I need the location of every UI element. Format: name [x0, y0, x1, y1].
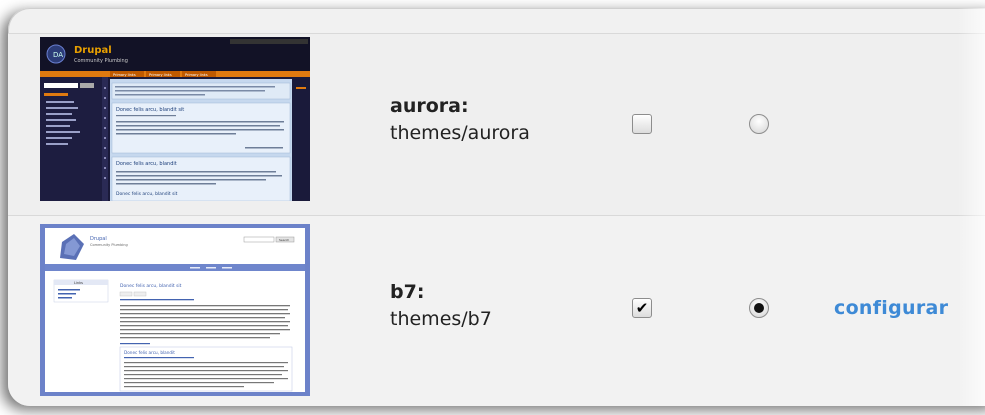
- b7-node-title: Donec felis arcu, blandit sit: [120, 283, 182, 289]
- b7-slogan: Community Plumbing: [90, 243, 128, 247]
- aurora-slogan: Community Plumbing: [74, 58, 128, 64]
- enable-checkbox-b7[interactable]: ✔: [632, 298, 652, 318]
- aurora-node-title: Donec felis arcu, blandit sit: [116, 107, 184, 113]
- svg-text:Primary links: Primary links: [185, 73, 208, 77]
- theme-row-aurora: DA Drupal Community Plumbing Primary lin…: [8, 33, 985, 224]
- theme-info-b7: b7: themes/b7: [390, 279, 492, 333]
- b7-site-name: Drupal: [90, 236, 107, 242]
- svg-text:Donec felis arcu, blandit: Donec felis arcu, blandit: [116, 161, 177, 167]
- svg-text:Primary links: Primary links: [149, 73, 172, 77]
- svg-text:Donec felis arcu, blandit: Donec felis arcu, blandit: [124, 350, 175, 355]
- checkmark-icon: ✔: [635, 299, 649, 317]
- theme-screenshot-aurora: DA Drupal Community Plumbing Primary lin…: [40, 37, 310, 201]
- b7-search-button: Search: [279, 238, 289, 242]
- default-radio-b7[interactable]: [749, 298, 769, 318]
- svg-text:Primary links: Primary links: [113, 73, 136, 77]
- aurora-site-name: Drupal: [74, 45, 112, 56]
- theme-name: aurora:: [390, 95, 469, 117]
- svg-text:Donec felis arcu, blandit sit: Donec felis arcu, blandit sit: [116, 191, 178, 197]
- b7-menu-title: Links: [74, 281, 83, 285]
- theme-screenshot-b7: Drupal Community Plumbing Search Links D…: [40, 224, 310, 396]
- theme-info-aurora: aurora: themes/aurora: [390, 93, 530, 147]
- svg-text:DA: DA: [53, 51, 63, 59]
- theme-row-b7: Drupal Community Plumbing Search Links D…: [8, 215, 985, 406]
- theme-path: themes/b7: [390, 308, 492, 330]
- theme-path: themes/aurora: [390, 122, 530, 144]
- default-radio-aurora[interactable]: [749, 114, 769, 134]
- themes-table: DA Drupal Community Plumbing Primary lin…: [8, 8, 985, 406]
- theme-name: b7:: [390, 281, 425, 303]
- configure-link-b7[interactable]: configurar: [834, 297, 948, 319]
- enable-checkbox-aurora[interactable]: [632, 114, 652, 134]
- radio-selected-dot: [754, 303, 764, 313]
